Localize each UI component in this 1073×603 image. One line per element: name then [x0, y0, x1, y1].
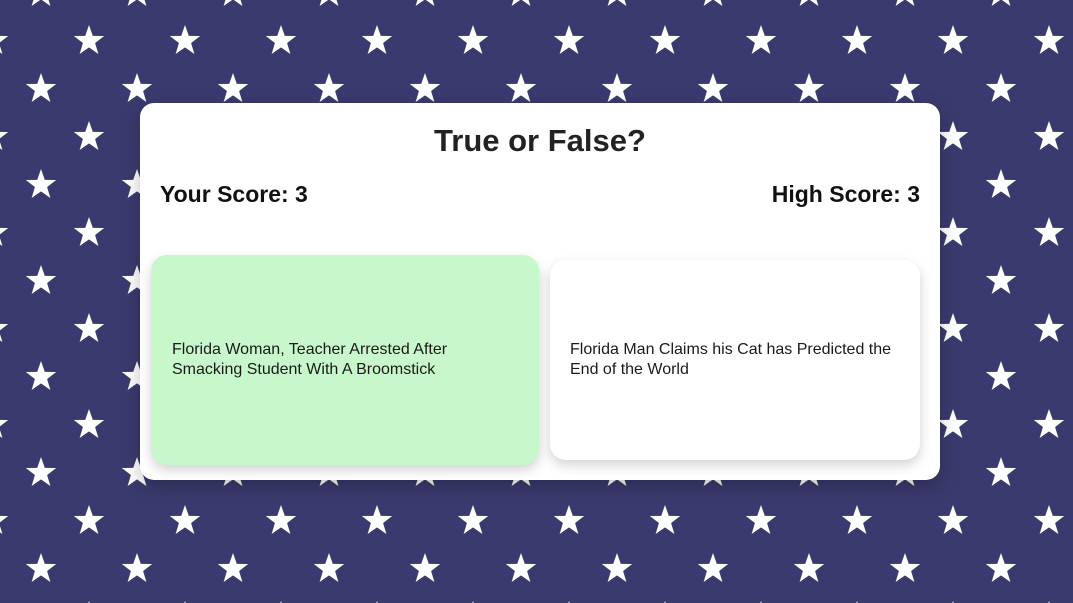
headline-card-2[interactable]: Florida Man Claims his Cat has Predicted…	[550, 260, 920, 460]
game-title: True or False?	[434, 123, 646, 158]
headline-card-2-text: Florida Man Claims his Cat has Predicted…	[570, 341, 892, 378]
game-panel: True or False? Your Score: 3 High Score:…	[140, 103, 940, 480]
headline-card-1-text: Florida Woman, Teacher Arrested After Sm…	[172, 341, 448, 378]
your-score: Your Score: 3	[160, 181, 308, 207]
high-score: High Score: 3	[771, 181, 920, 207]
headline-card-1[interactable]: Florida Woman, Teacher Arrested After Sm…	[151, 255, 539, 465]
